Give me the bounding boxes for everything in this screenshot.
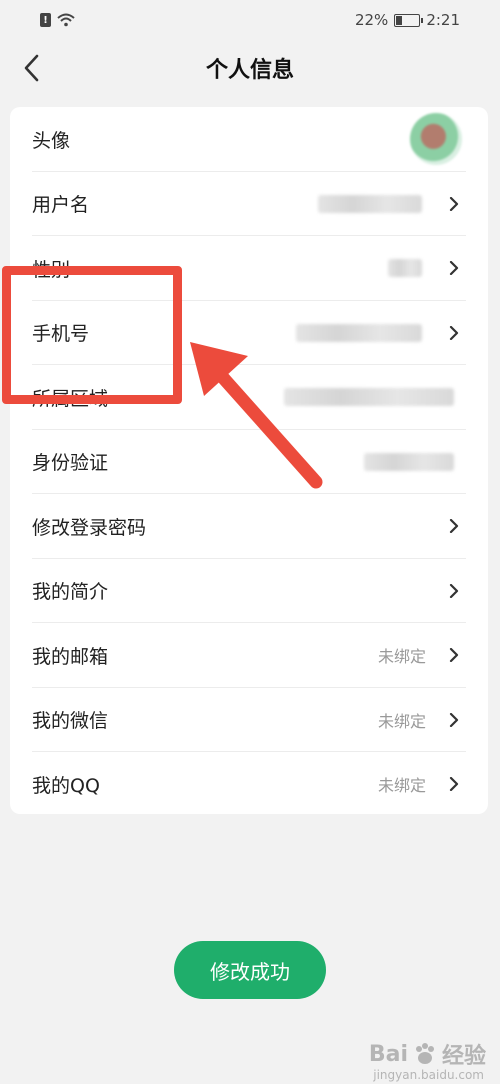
row-username[interactable]: 用户名 [10,172,488,236]
row-value: 未绑定 [377,647,426,667]
row-label: 我的QQ [32,774,100,797]
row-qq[interactable]: 我的QQ 未绑定 [10,752,488,817]
redacted-value [388,259,422,278]
row-label: 我的微信 [32,710,109,733]
baidu-watermark: Bai 经验 jingyan.baidu.com [368,1038,486,1083]
clock: 2:21 [426,11,460,29]
watermark-brand: Bai [368,1041,408,1067]
row-wechat[interactable]: 我的微信 未绑定 [10,688,488,752]
row-label: 修改登录密码 [32,516,147,539]
row-label: 我的简介 [32,581,109,604]
redacted-value [364,452,454,471]
status-left: ! [40,13,75,27]
paw-icon [415,1043,434,1064]
page-title: 个人信息 [205,58,294,83]
chevron-right-icon [449,583,459,598]
avatar [410,113,462,166]
sim-alert-icon: ! [40,13,51,27]
redacted-value [318,194,422,213]
row-value: 未绑定 [377,776,426,796]
row-label: 我的邮箱 [32,645,109,668]
arrow-annotation-icon [190,342,323,489]
status-bar: ! 22% 2:21 [0,0,500,40]
chevron-right-icon [449,777,459,792]
wifi-icon [57,13,75,27]
nav-bar: 个人信息 [0,40,500,96]
row-avatar[interactable]: 头像 [10,107,488,172]
row-email[interactable]: 我的邮箱 未绑定 [10,623,488,688]
row-value: 未绑定 [377,711,426,731]
row-change-password[interactable]: 修改登录密码 [10,494,488,559]
battery-percent: 22% [354,11,389,29]
highlight-box [2,266,182,404]
chevron-left-icon [24,54,39,82]
success-button[interactable]: 修改成功 [174,941,326,999]
chevron-right-icon [449,196,459,211]
status-right: 22% 2:21 [355,11,460,29]
back-button[interactable] [14,50,48,86]
chevron-right-icon [449,648,459,663]
chevron-right-icon [449,519,459,534]
row-label: 身份验证 [32,452,109,475]
watermark-suffix: 经验 [441,1044,486,1069]
chevron-right-icon [449,261,459,276]
row-bio[interactable]: 我的简介 [10,559,488,623]
watermark-site: jingyan.baidu.com [373,1068,484,1082]
row-label: 用户名 [32,194,90,217]
chevron-right-icon [449,712,459,727]
battery-charging-icon [394,13,424,27]
chevron-right-icon [449,325,459,340]
row-label: 头像 [32,129,71,152]
